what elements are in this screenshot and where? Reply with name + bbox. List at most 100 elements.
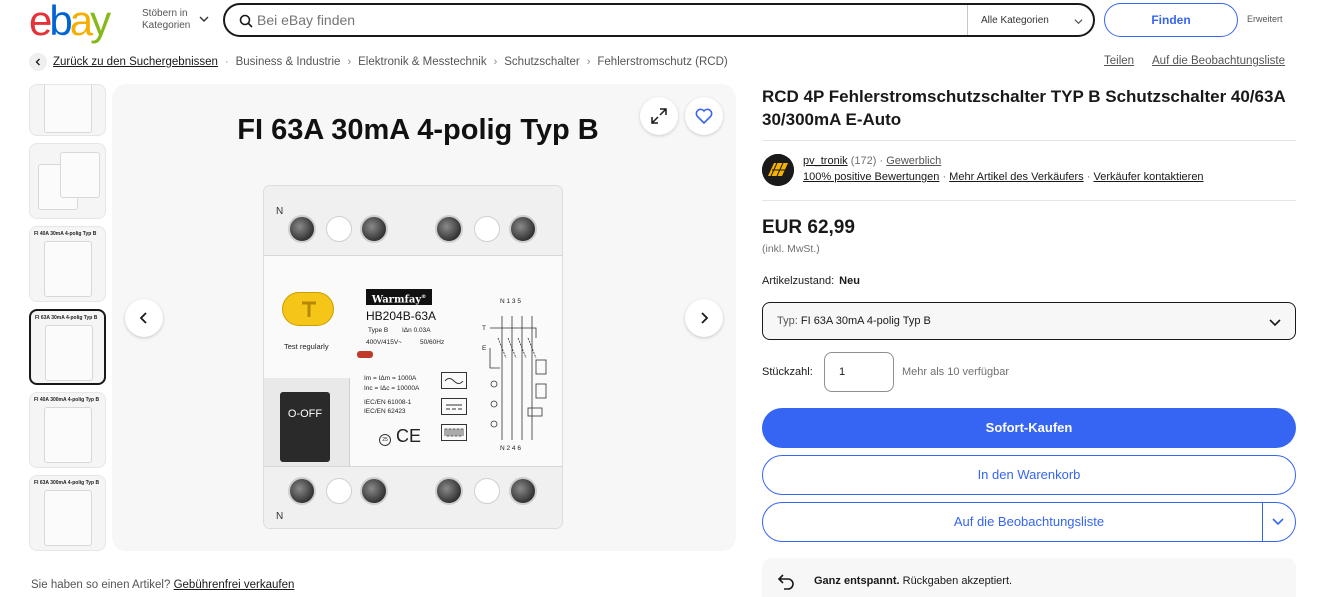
pulse-symbol-box: [441, 424, 467, 441]
return-arrow-icon: [777, 574, 794, 590]
screw-terminal: [360, 215, 388, 243]
positive-feedback-link[interactable]: 100% positive Bewertungen: [803, 171, 939, 183]
terminal-labels-top: N 1 3 5: [500, 298, 521, 305]
search-bar: Alle Kategorien: [223, 3, 1095, 37]
breadcrumb-item[interactable]: Business & Industrie: [236, 56, 341, 68]
device-bottom-terminals: N: [264, 466, 562, 528]
thumbnail-image: [44, 85, 92, 133]
lever-housing: O-OFF: [264, 378, 350, 466]
chevron-right-icon: [701, 312, 709, 324]
terminal-hole: [326, 478, 352, 504]
main-product-image[interactable]: FI 63A 30mA 4-polig Typ B N Test regular…: [112, 84, 736, 551]
thumbnail-label: FI 40A 300mA 4-polig Typ B: [34, 397, 100, 403]
thumbnail-image: [44, 490, 92, 546]
price: EUR 62,99: [762, 217, 855, 238]
quantity-input[interactable]: 1: [824, 352, 894, 392]
device-top-terminals: N: [264, 186, 562, 256]
terminal-labels-bottom: N 2 4 6: [500, 445, 521, 452]
availability: Mehr als 10 verfügbar: [902, 366, 1009, 378]
expand-icon: [651, 108, 667, 124]
gallery-thumbnail[interactable]: FI 40A 300mA 4-polig Typ B: [29, 392, 106, 468]
breadcrumb: Zurück zu den Suchergebnissen · Business…: [29, 53, 728, 71]
screw-terminal: [509, 215, 537, 243]
thumbnail-image: [44, 407, 92, 463]
favorite-button[interactable]: [685, 97, 723, 135]
previous-image-button[interactable]: [125, 299, 163, 337]
chevron-left-icon: [139, 312, 147, 324]
breadcrumb-item[interactable]: Elektronik & Messtechnik: [358, 56, 486, 68]
chevron-left-icon: [35, 58, 40, 66]
thumbnail-label: FI 63A 30mA 4-polig Typ B: [35, 315, 98, 321]
device-letter: N: [276, 206, 284, 217]
gallery-thumbnail[interactable]: [29, 84, 106, 136]
ac-wave-icon: [444, 378, 464, 384]
indicator-led: [357, 351, 373, 358]
chevron-down-icon: [1074, 19, 1083, 25]
contact-seller-link[interactable]: Verkäufer kontaktieren: [1093, 171, 1203, 183]
model-number: HB204B-63A: [366, 309, 437, 323]
gallery-thumbnail[interactable]: FI 40A 30mA 4-polig Typ B: [29, 226, 106, 302]
rcd-device-illustration: N Test regularly Warmfay® HB204B-63A Typ…: [264, 186, 562, 528]
seller-name-link[interactable]: pv_tronik: [803, 155, 848, 167]
next-image-button[interactable]: [685, 299, 723, 337]
add-to-watchlist-button[interactable]: Auf die Beobachtungsliste: [762, 502, 1296, 542]
dc-symbol-box: [441, 398, 467, 415]
listing-title: RCD 4P Fehlerstromschutzschalter TYP B S…: [762, 87, 1286, 129]
buy-now-button[interactable]: Sofort-Kaufen: [762, 408, 1296, 448]
thumbnail-label: FI 40A 30mA 4-polig Typ B: [34, 231, 97, 237]
back-to-results-link[interactable]: Zurück zu den Suchergebnissen: [53, 56, 218, 68]
solar-panel-image: [762, 154, 794, 186]
terminal-hole: [474, 216, 500, 242]
chevron-down-icon: [199, 16, 209, 22]
advanced-search-link[interactable]: Erweitert: [1247, 14, 1283, 24]
ebay-logo[interactable]: ebay: [29, 0, 111, 42]
spec-line: Im = IΔm = 1000A: [364, 375, 417, 382]
breadcrumb-item[interactable]: Fehlerstromschutz (RCD): [597, 56, 727, 68]
thumbnail-image: [60, 152, 100, 198]
dc-icon: [446, 404, 462, 410]
screw-terminal: [509, 477, 537, 505]
breadcrumb-separator: ›: [347, 56, 352, 68]
gallery-thumbnail[interactable]: FI 63A 300mA 4-polig Typ B: [29, 475, 106, 551]
more-items-link[interactable]: Mehr Artikel des Verkäufers: [949, 171, 1084, 183]
search-icon: [239, 14, 253, 28]
watchlist-link[interactable]: Auf die Beobachtungsliste: [1152, 55, 1285, 67]
thumbnail-image: [44, 241, 92, 297]
circuit-diagram: [489, 316, 547, 440]
thumbnail-label: FI 63A 300mA 4-polig Typ B: [34, 480, 100, 486]
test-label: Test regularly: [284, 342, 329, 351]
seller-avatar[interactable]: [762, 154, 794, 186]
ac-symbol-box: [441, 372, 467, 389]
off-lever: O-OFF: [280, 392, 330, 462]
back-button[interactable]: [29, 53, 47, 71]
add-to-cart-button[interactable]: In den Warenkorb: [762, 455, 1296, 495]
breadcrumb-item[interactable]: Schutzschalter: [504, 56, 579, 68]
chevron-down-icon[interactable]: [1272, 515, 1284, 527]
header: ebay Stöbern in Kategorien Alle Kategori…: [0, 0, 1341, 42]
screw-terminal: [435, 215, 463, 243]
diagram-e-label: E: [482, 345, 487, 352]
pulse-wave-icon: [444, 428, 464, 437]
breadcrumb-separator: ›: [493, 56, 498, 68]
spec-line: Inc = IΔc = 10000A: [364, 385, 420, 392]
thumbnail-image: [45, 325, 93, 381]
search-input[interactable]: [257, 12, 957, 28]
sell-link[interactable]: Gebührenfrei verkaufen: [174, 579, 295, 591]
screw-terminal: [360, 477, 388, 505]
test-button: [282, 292, 334, 326]
gallery-thumbnail[interactable]: [29, 143, 106, 219]
share-link[interactable]: Teilen: [1104, 55, 1134, 67]
browse-categories-button[interactable]: Stöbern in Kategorien: [142, 8, 202, 32]
breadcrumb-separator: ›: [586, 56, 591, 68]
expand-button[interactable]: [640, 97, 678, 135]
gallery-thumbnail-active[interactable]: FI 63A 30mA 4-polig Typ B: [29, 309, 106, 385]
frequency-label: 50/60Hz: [420, 339, 445, 346]
divider: [762, 200, 1296, 201]
seller-type-link[interactable]: Gewerblich: [886, 155, 941, 167]
returns-banner: Ganz entspannt. Rückgaben akzeptiert.: [762, 558, 1296, 597]
divider: [762, 140, 1296, 141]
find-button[interactable]: Finden: [1104, 3, 1238, 37]
seller-feedback-count: (172): [850, 155, 877, 167]
type-select[interactable]: Typ: FI 63A 30mA 4-polig Typ B: [762, 302, 1296, 340]
category-select[interactable]: Alle Kategorien: [967, 5, 1095, 35]
